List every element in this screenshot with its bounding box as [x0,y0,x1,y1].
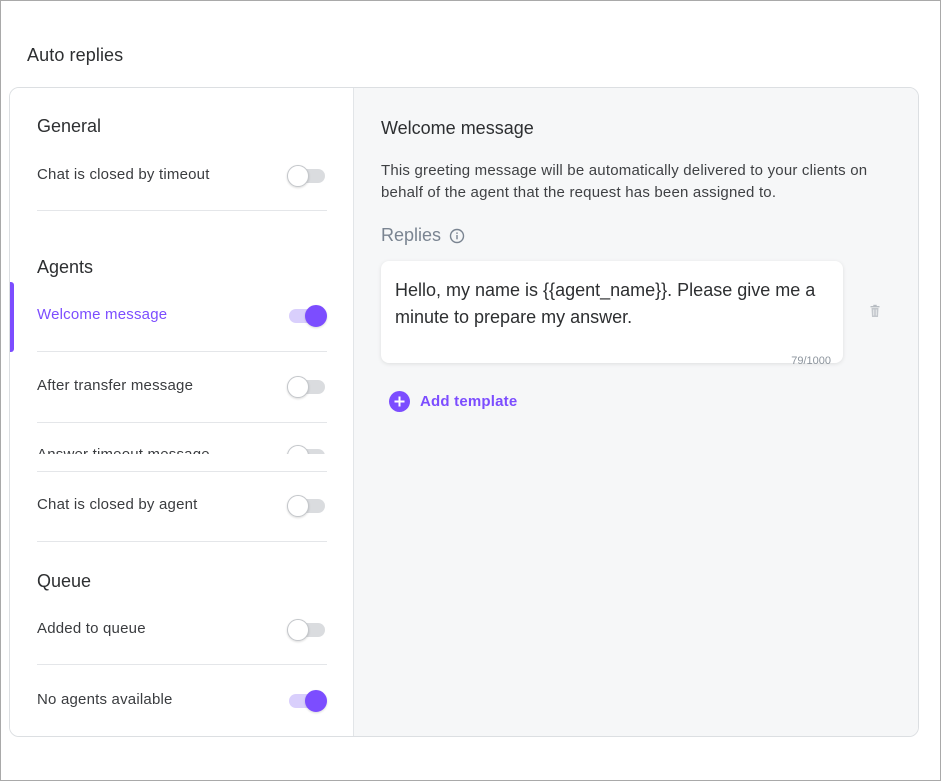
divider [37,541,327,542]
toggle-switch[interactable] [287,689,327,713]
sidebar-item-label: After transfer message [37,377,194,394]
sidebar-item-added-to-queue[interactable]: Added to queue [37,610,327,650]
section-title-agents: Agents [37,257,94,277]
section-title-queue: Queue [37,571,92,591]
sidebar-item-label: Welcome message [37,306,168,323]
replies-heading: Replies [381,225,465,246]
reply-text[interactable]: Hello, my name is {{agent_name}}. Please… [395,277,825,331]
info-icon[interactable] [449,228,465,244]
divider [37,664,327,665]
sidebar-item-no-agents[interactable]: No agents available [37,681,327,721]
character-count: 79/1000 [791,355,831,367]
sidebar-item-label: Answer timeout message [37,446,210,454]
toggle-switch[interactable] [287,375,327,399]
page-title: Auto replies [27,45,124,65]
sidebar-item-answer-timeout[interactable]: Answer timeout message [37,422,327,454]
sidebar-item-label: Chat is closed by agent [37,496,198,513]
sidebar-item-chat-closed-agent[interactable]: Chat is closed by agent [37,486,327,526]
divider [37,210,327,211]
panel-description: This greeting message will be automatica… [381,162,868,201]
toggle-switch[interactable] [287,304,327,328]
sidebar-item-welcome-message[interactable]: Welcome message [37,296,327,336]
divider [37,351,327,352]
trash-icon[interactable] [867,303,883,319]
section-title-general: General [37,116,102,136]
divider [37,471,327,472]
sidebar-item-after-transfer[interactable]: After transfer message [37,367,327,407]
add-template-label: Add template [420,393,518,410]
toggle-switch[interactable] [287,444,327,454]
sidebar-item-label: Added to queue [37,620,146,637]
sidebar: General Chat is closed by timeout Agents… [10,88,354,736]
sidebar-item-chat-closed-timeout[interactable]: Chat is closed by timeout [37,156,327,196]
replies-label: Replies [381,225,442,245]
toggle-switch[interactable] [287,618,327,642]
panel-title: Welcome message [381,118,534,138]
sidebar-item-label: No agents available [37,691,173,708]
main-panel: Welcome message This greeting message wi… [354,88,918,736]
add-template-button[interactable]: Add template [389,391,517,412]
toggle-switch[interactable] [287,494,327,518]
toggle-switch[interactable] [287,164,327,188]
active-indicator [10,282,14,352]
plus-icon [389,391,410,412]
sidebar-item-label: Chat is closed by timeout [37,166,210,183]
reply-textarea[interactable]: Hello, my name is {{agent_name}}. Please… [381,261,843,367]
auto-replies-card: General Chat is closed by timeout Agents… [9,87,919,737]
